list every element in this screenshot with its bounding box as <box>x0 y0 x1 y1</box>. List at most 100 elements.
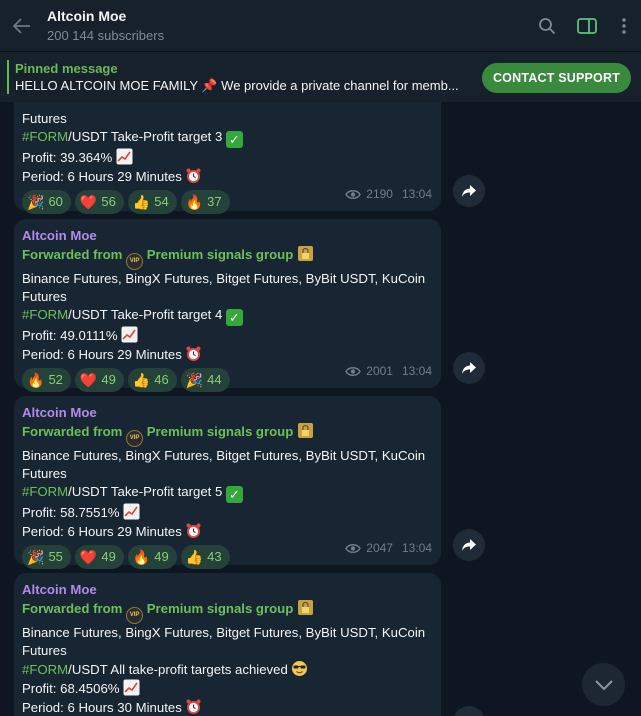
message-time: 13:04 <box>401 187 432 201</box>
reaction-count: 56 <box>101 194 116 209</box>
profit-line: Profit: 49.0111% <box>22 326 431 345</box>
pinned-title: Pinned message <box>15 61 118 76</box>
reaction-count: 44 <box>207 372 222 387</box>
share-button[interactable] <box>453 352 485 384</box>
reaction-heart[interactable]: ❤️ 56 <box>74 190 124 214</box>
reaction-thumbs-up[interactable]: 👍 54 <box>127 190 177 214</box>
message-bubble[interactable]: Altcoin Moe Forwarded from VIP Premium s… <box>14 573 441 716</box>
exchanges-line: Binance Futures, BingX Futures, Bitget F… <box>22 271 426 286</box>
back-arrow-icon <box>13 17 30 34</box>
view-count: 2047 <box>366 541 393 555</box>
hashtag-link[interactable]: #FORM <box>22 484 68 499</box>
channel-info[interactable]: Altcoin Moe 200 144 subscribers <box>47 7 527 45</box>
search-button[interactable] <box>527 0 567 52</box>
reaction-count: 60 <box>48 194 63 209</box>
forwarded-source: Premium signals group <box>146 247 294 262</box>
reaction-party[interactable]: 🎉 60 <box>22 190 71 214</box>
pinned-text: HELLO ALTCOIN MOE FAMILY 📌 We provide a … <box>15 78 459 93</box>
forwarded-line[interactable]: Forwarded from VIP Premium signals group <box>22 599 431 624</box>
heart-icon: ❤️ <box>79 372 98 388</box>
check-icon: ✓ <box>226 486 243 503</box>
message-author[interactable]: Altcoin Moe <box>22 404 431 422</box>
share-button[interactable] <box>453 175 485 207</box>
reaction-thumbs-up[interactable]: 👍 43 <box>180 545 230 569</box>
hashtag-link[interactable]: #FORM <box>22 662 68 677</box>
target-text: /USDT Take-Profit target 5 <box>68 484 223 499</box>
reaction-fire[interactable]: 🔥 37 <box>180 190 230 214</box>
period-text: Period: 6 Hours 30 Minutes <box>22 700 182 715</box>
fire-icon: 🔥 <box>132 549 151 565</box>
back-button[interactable] <box>0 0 44 52</box>
message-feed[interactable]: Futures #FORM/USDT Take-Profit target 3 … <box>0 0 641 716</box>
contact-support-button[interactable]: CONTACT SUPPORT <box>482 63 631 93</box>
alarm-clock-icon <box>186 523 201 538</box>
forwarded-line[interactable]: Forwarded from VIP Premium signals group <box>22 422 431 447</box>
vip-avatar-icon: VIP <box>126 253 144 270</box>
eye-icon <box>345 366 362 376</box>
locked-key-icon <box>297 423 313 438</box>
vip-avatar-icon: VIP <box>126 607 144 624</box>
target-text: /USDT All take-profit targets achieved <box>68 662 288 677</box>
reaction-count: 49 <box>101 549 116 564</box>
sunglasses-face-icon <box>292 661 308 676</box>
message-bubble[interactable]: Altcoin Moe Forwarded from VIP Premium s… <box>14 396 441 569</box>
scroll-to-bottom-button[interactable] <box>582 663 625 706</box>
message-line: Futures <box>22 111 67 126</box>
profit-line: Profit: 58.7551% <box>22 503 431 522</box>
share-arrow-icon <box>462 539 476 551</box>
share-button[interactable] <box>453 706 485 716</box>
message-bubble[interactable]: Futures #FORM/USDT Take-Profit target 3 … <box>14 86 441 214</box>
subscriber-count: 200 144 subscribers <box>47 27 165 43</box>
reaction-count: 52 <box>48 372 63 387</box>
fire-icon: 🔥 <box>27 372 45 388</box>
more-options-button[interactable] <box>607 0 641 52</box>
message-time: 13:04 <box>401 364 432 378</box>
pinned-indicator <box>7 60 9 94</box>
share-arrow-icon <box>462 362 476 374</box>
forwarded-source: Premium signals group <box>146 424 294 439</box>
profit-text: Profit: 39.364% <box>22 150 113 165</box>
exchanges-line: Binance Futures, BingX Futures, Bitget F… <box>22 625 426 640</box>
message-bubble[interactable]: Altcoin Moe Forwarded from VIP Premium s… <box>14 219 441 392</box>
message-time: 13:04 <box>401 541 432 555</box>
message-author[interactable]: Altcoin Moe <box>22 581 431 599</box>
reaction-heart[interactable]: ❤️ 49 <box>74 368 124 392</box>
hashtag-link[interactable]: #FORM <box>22 307 68 322</box>
locked-key-icon <box>297 246 313 261</box>
reaction-thumbs-up[interactable]: 👍 46 <box>127 368 177 392</box>
party-popper-icon: 🎉 <box>185 372 204 388</box>
eye-icon <box>345 189 362 199</box>
thumbs-up-icon: 👍 <box>132 194 151 210</box>
eye-icon <box>345 543 362 553</box>
reaction-count: 43 <box>207 549 222 564</box>
message-meta: 2047 13:04 <box>345 539 432 557</box>
exchanges-line: Binance Futures, BingX Futures, Bitget F… <box>22 448 426 463</box>
target-line: #FORM/USDT All take-profit targets achie… <box>22 660 431 679</box>
message-meta: 2001 13:04 <box>345 362 432 380</box>
reaction-fire[interactable]: 🔥 49 <box>127 545 177 569</box>
sidebar-toggle-button[interactable] <box>567 0 607 52</box>
reaction-party[interactable]: 🎉 44 <box>180 368 230 392</box>
reaction-count: 54 <box>154 194 169 209</box>
vip-avatar-icon: VIP <box>126 430 144 447</box>
view-count: 2001 <box>366 364 393 378</box>
target-line: #FORM/USDT Take-Profit target 5 ✓ <box>22 483 431 503</box>
share-button[interactable] <box>453 529 485 561</box>
party-popper-icon: 🎉 <box>27 549 45 565</box>
more-vertical-icon <box>622 17 626 34</box>
reaction-heart[interactable]: ❤️ 49 <box>74 545 124 569</box>
forwarded-prefix: Forwarded from <box>22 247 123 262</box>
locked-key-icon <box>297 600 313 615</box>
chat-header: Altcoin Moe 200 144 subscribers <box>0 0 641 52</box>
message-author[interactable]: Altcoin Moe <box>22 227 431 245</box>
forwarded-line[interactable]: Forwarded from VIP Premium signals group <box>22 245 431 270</box>
share-arrow-icon <box>462 185 476 197</box>
exchanges-line: Futures <box>22 643 67 658</box>
hashtag-link[interactable]: #FORM <box>22 129 68 144</box>
profit-text: Profit: 49.0111% <box>22 328 118 343</box>
reaction-party[interactable]: 🎉 55 <box>22 545 71 569</box>
sidebar-panel-icon <box>577 17 597 34</box>
chart-up-icon <box>116 148 133 165</box>
period-line: Period: 6 Hours 30 Minutes <box>22 698 431 716</box>
reaction-fire[interactable]: 🔥 52 <box>22 368 71 392</box>
